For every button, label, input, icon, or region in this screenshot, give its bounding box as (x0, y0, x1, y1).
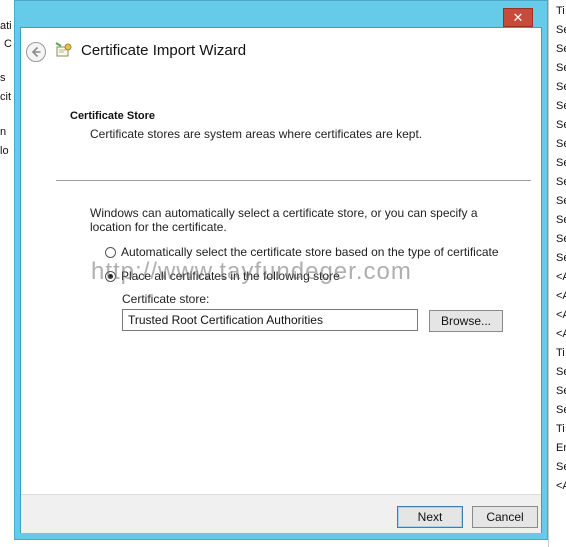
wizard-header: Certificate Import Wizard (21, 28, 541, 84)
background-text: Ti (556, 423, 565, 435)
background-text: <A (556, 271, 566, 283)
divider (56, 180, 531, 181)
certificate-store-label: Certificate store: (122, 292, 210, 306)
background-text: Se (556, 24, 566, 36)
browse-button[interactable]: Browse... (429, 310, 503, 332)
background-text: Se (556, 100, 566, 112)
background-text: Se (556, 157, 566, 169)
radio-button-unchecked[interactable] (105, 246, 116, 258)
background-text: cit (0, 91, 11, 103)
background-text: Se (556, 252, 566, 264)
next-button[interactable]: Next (397, 506, 463, 528)
background-text: <A (556, 309, 566, 321)
background-text: Se (556, 43, 566, 55)
close-button[interactable]: ✕ (503, 8, 533, 27)
cancel-button[interactable]: Cancel (472, 506, 538, 528)
background-text: ati (0, 20, 12, 32)
background-text: Se (556, 119, 566, 131)
certificate-icon (55, 42, 73, 60)
background-text: Er (556, 442, 566, 454)
radio-label: Automatically select the certificate sto… (121, 245, 499, 259)
wizard-footer: Next Cancel (21, 494, 541, 533)
background-text: Se (556, 176, 566, 188)
watermark-text: http://www.tayfundeger.com (91, 258, 412, 285)
background-text: Ti (556, 5, 565, 17)
background-text: Se (556, 233, 566, 245)
background-text: Se (556, 195, 566, 207)
background-text: <A (556, 290, 566, 302)
background-text: Se (556, 62, 566, 74)
certificate-store-field[interactable]: Trusted Root Certification Authorities (122, 309, 418, 331)
instruction-text: Windows can automatically select a certi… (90, 206, 478, 234)
back-arrow-icon[interactable] (25, 41, 47, 63)
background-text: Ti (556, 347, 565, 359)
background-text: Se (556, 366, 566, 378)
wizard-page-certificate-store: Certificate Store Certificate stores are… (56, 83, 531, 489)
background-text: Se (556, 81, 566, 93)
background-text: s (0, 72, 6, 84)
wizard-title: Certificate Import Wizard (81, 42, 247, 59)
background-text: n (0, 126, 7, 138)
background-text: lo (0, 145, 9, 157)
background-text: Se (556, 138, 566, 150)
background-window-left: ati C s cit n lo (0, 0, 14, 547)
background-text: Se (556, 385, 566, 397)
background-text: Se (556, 214, 566, 226)
section-description: Certificate stores are system areas wher… (90, 127, 423, 141)
background-text: <A (556, 480, 566, 492)
section-title: Certificate Store (70, 110, 155, 122)
background-window-right: Ti Se Se Se Se Se Se Se Se Se Se Se Se Se <A <A <A <A Ti Se… (548, 0, 566, 547)
background-text: C (4, 38, 12, 50)
background-text: Se (556, 404, 566, 416)
background-text: <A (556, 328, 566, 340)
background-text: Se (556, 461, 566, 473)
